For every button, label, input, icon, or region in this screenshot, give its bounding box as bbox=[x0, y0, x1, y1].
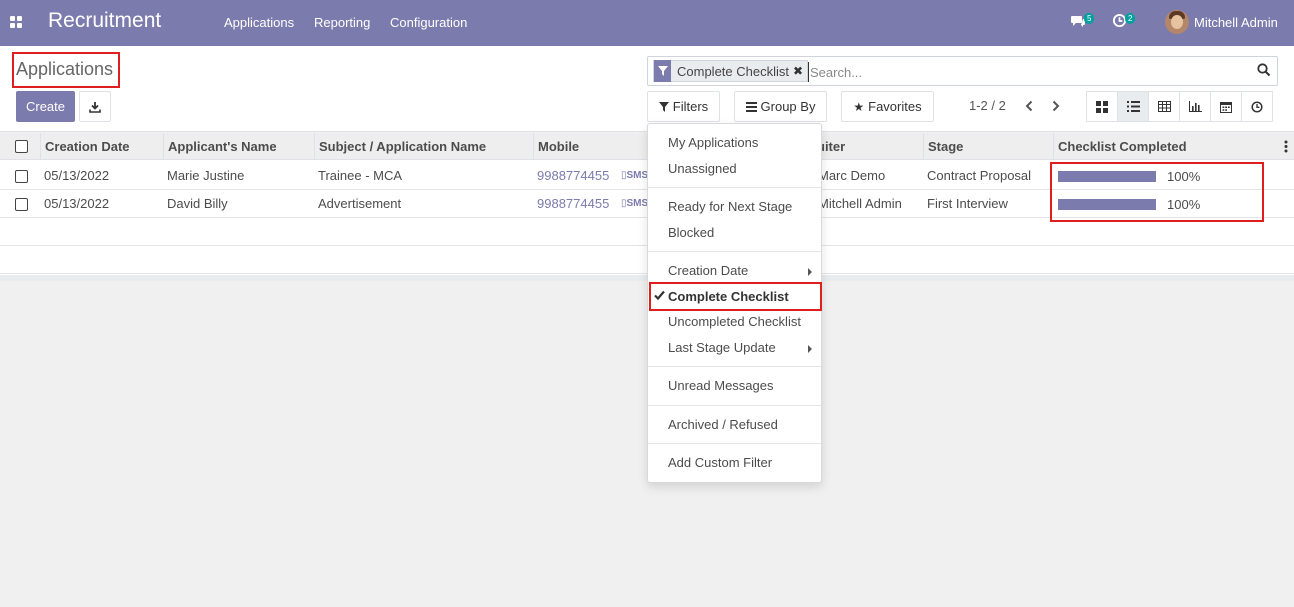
favorites-button[interactable]: ★ Favorites bbox=[841, 91, 934, 122]
menu-divider bbox=[648, 187, 821, 188]
download-button[interactable] bbox=[79, 91, 111, 122]
pager-next-button[interactable] bbox=[1046, 96, 1066, 116]
filter-my-applications[interactable]: My Applications bbox=[648, 132, 821, 154]
list-icon bbox=[1126, 101, 1140, 112]
row-checkbox[interactable] bbox=[15, 198, 28, 211]
column-applicant-name[interactable]: Applicant's Name bbox=[163, 133, 315, 160]
caret-right-icon bbox=[808, 345, 812, 353]
messages-badge: 5 bbox=[1084, 13, 1095, 24]
caret-right-icon bbox=[808, 268, 812, 276]
view-switcher bbox=[1086, 91, 1273, 122]
search-facet-filter: Complete Checklist ✖ bbox=[653, 60, 809, 82]
filter-uncompleted-checklist[interactable]: Uncompleted Checklist bbox=[648, 311, 821, 333]
user-menu-name[interactable]: Mitchell Admin bbox=[1194, 15, 1278, 30]
filter-archived-refused[interactable]: Archived / Refused bbox=[648, 414, 821, 436]
kanban-icon bbox=[1096, 100, 1108, 113]
activities-badge: 2 bbox=[1125, 13, 1136, 24]
column-subject[interactable]: Subject / Application Name bbox=[314, 133, 534, 160]
filter-ready-next-stage[interactable]: Ready for Next Stage bbox=[648, 196, 821, 218]
cell-mobile-link[interactable]: 9988774455 bbox=[533, 190, 609, 218]
search-input[interactable] bbox=[808, 62, 1248, 82]
column-recruiter[interactable]: uiter bbox=[812, 133, 924, 160]
filter-unread-messages[interactable]: Unread Messages bbox=[648, 375, 821, 397]
cell-applicant-name: Marie Justine bbox=[167, 168, 245, 183]
cell-recruiter: Marc Demo bbox=[818, 168, 886, 183]
cell-creation-date: 05/13/2022 bbox=[44, 168, 110, 183]
chevron-right-icon bbox=[1052, 100, 1060, 112]
filter-icon bbox=[654, 60, 671, 82]
list-view-button[interactable] bbox=[1117, 91, 1149, 122]
bars-icon bbox=[745, 101, 757, 112]
sms-button[interactable]: ▯SMS bbox=[621, 171, 648, 181]
app-brand[interactable]: Recruitment bbox=[48, 9, 161, 33]
user-avatar[interactable] bbox=[1165, 10, 1189, 34]
row-checkbox[interactable] bbox=[15, 170, 28, 183]
menu-configuration[interactable]: Configuration bbox=[390, 15, 467, 30]
highlight-box-checklist bbox=[1050, 162, 1264, 222]
cell-subject: Advertisement bbox=[318, 196, 402, 211]
kanban-view-button[interactable] bbox=[1086, 91, 1118, 122]
pager-previous-button[interactable] bbox=[1019, 96, 1039, 116]
highlight-box-title bbox=[12, 52, 120, 88]
filter-icon bbox=[658, 101, 669, 112]
menu-divider bbox=[648, 405, 821, 406]
add-custom-filter[interactable]: Add Custom Filter bbox=[648, 452, 821, 474]
star-icon: ★ bbox=[853, 99, 865, 114]
download-icon bbox=[89, 101, 101, 113]
search-icon[interactable] bbox=[1257, 63, 1271, 77]
column-checklist-completed[interactable]: Checklist Completed bbox=[1053, 133, 1294, 160]
filter-last-stage-update[interactable]: Last Stage Update bbox=[648, 337, 821, 359]
calendar-view-button[interactable] bbox=[1210, 91, 1242, 122]
column-stage[interactable]: Stage bbox=[923, 133, 1053, 160]
facet-label: Complete Checklist bbox=[677, 63, 789, 79]
apps-grid-icon[interactable] bbox=[10, 16, 23, 29]
select-all-checkbox[interactable] bbox=[15, 140, 28, 153]
filter-unassigned[interactable]: Unassigned bbox=[648, 158, 821, 180]
cell-subject: Trainee - MCA bbox=[318, 168, 403, 183]
control-panel: Applications Create Complete Checklist ✖… bbox=[0, 46, 1294, 132]
activity-view-button[interactable] bbox=[1241, 91, 1273, 122]
column-creation-date[interactable]: Creation Date bbox=[40, 133, 164, 160]
clock-icon bbox=[1251, 100, 1263, 113]
menu-divider bbox=[648, 251, 821, 252]
pivot-view-button[interactable] bbox=[1148, 91, 1180, 122]
cell-creation-date: 05/13/2022 bbox=[44, 196, 110, 211]
cell-stage: First Interview bbox=[927, 196, 1008, 211]
menu-applications[interactable]: Applications bbox=[224, 15, 294, 30]
chevron-left-icon bbox=[1025, 100, 1033, 112]
cell-applicant-name: David Billy bbox=[167, 196, 228, 211]
group-by-button[interactable]: Group By bbox=[734, 91, 827, 122]
menu-divider bbox=[648, 366, 821, 367]
favorites-label: Favorites bbox=[868, 99, 922, 114]
cell-mobile-link[interactable]: 9988774455 bbox=[533, 162, 609, 190]
filter-creation-date[interactable]: Creation Date bbox=[648, 260, 821, 282]
filter-creation-date-label: Creation Date bbox=[668, 263, 749, 278]
sms-button[interactable]: ▯SMS bbox=[621, 199, 648, 209]
search-bar: Complete Checklist ✖ bbox=[647, 56, 1278, 86]
highlight-box-complete-checklist bbox=[649, 282, 822, 311]
filter-last-stage-update-label: Last Stage Update bbox=[668, 340, 776, 355]
filters-button[interactable]: Filters bbox=[647, 91, 720, 122]
bar-chart-icon bbox=[1188, 101, 1202, 112]
menu-reporting[interactable]: Reporting bbox=[314, 15, 370, 30]
calendar-icon bbox=[1220, 101, 1232, 113]
menu-divider bbox=[648, 443, 821, 444]
table-icon bbox=[1157, 101, 1171, 112]
cell-stage: Contract Proposal bbox=[927, 168, 1032, 183]
pager-value[interactable]: 1-2 / 2 bbox=[969, 98, 1006, 113]
graph-view-button[interactable] bbox=[1179, 91, 1211, 122]
facet-remove-icon[interactable]: ✖ bbox=[793, 64, 807, 78]
filter-blocked[interactable]: Blocked bbox=[648, 222, 821, 244]
create-button[interactable]: Create bbox=[16, 91, 75, 122]
cell-recruiter: Mitchell Admin bbox=[818, 196, 902, 211]
group-by-label: Group By bbox=[760, 99, 816, 114]
optional-columns-icon[interactable] bbox=[1284, 140, 1288, 153]
filters-label: Filters bbox=[672, 99, 709, 114]
top-navbar: Recruitment Applications Reporting Confi… bbox=[0, 0, 1294, 46]
